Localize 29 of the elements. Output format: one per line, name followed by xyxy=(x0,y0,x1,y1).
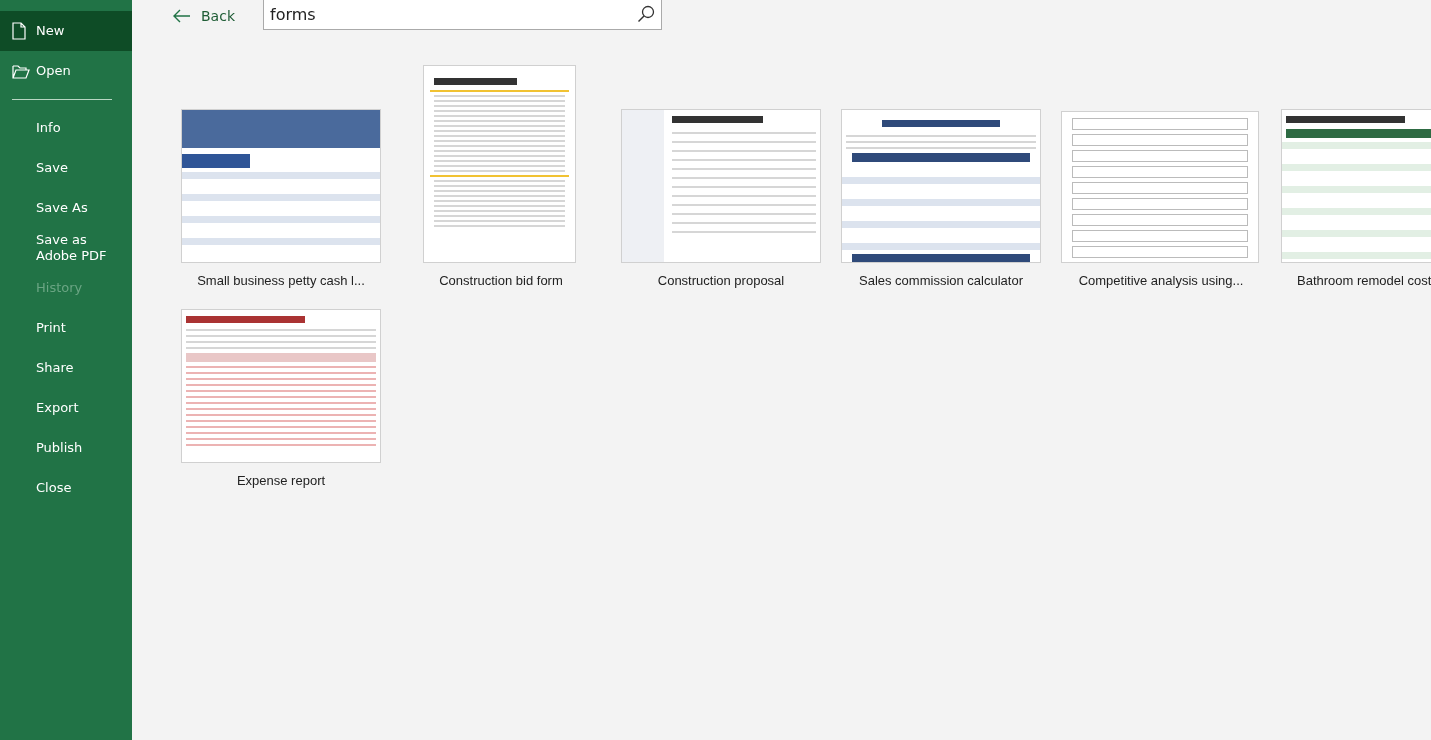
template-name[interactable]: Sales commission calculator xyxy=(841,273,1041,288)
template-preview-drawing[interactable] xyxy=(1281,109,1431,263)
template-preview-drawing[interactable] xyxy=(621,109,821,263)
sidebar-item[interactable]: Save as Adobe PDF xyxy=(0,228,132,268)
search-field[interactable]: forms xyxy=(263,0,662,30)
folder-icon xyxy=(12,63,30,79)
template-preview-drawing[interactable] xyxy=(181,309,381,463)
template-name[interactable]: Small business petty cash l... xyxy=(181,273,381,288)
template-name[interactable]: Construction proposal xyxy=(621,273,821,288)
template-name[interactable]: Bathroom remodel cost xyxy=(1281,273,1431,288)
template-name[interactable]: Construction bid form xyxy=(401,273,601,288)
template-preview-drawing[interactable] xyxy=(841,109,1041,263)
sidebar-item[interactable]: Save As xyxy=(0,188,132,228)
template-name[interactable]: Expense report xyxy=(181,473,381,488)
sidebar-item[interactable]: Save xyxy=(0,148,132,188)
page-icon xyxy=(12,22,26,40)
sidebar-item[interactable]: Open xyxy=(0,51,132,91)
search-icon xyxy=(637,5,655,23)
template-preview-drawing[interactable] xyxy=(181,109,381,263)
sidebar-item[interactable]: Share xyxy=(0,348,132,388)
back-arrow-icon xyxy=(173,8,191,23)
sidebar-item[interactable]: Publish xyxy=(0,428,132,468)
template-name[interactable]: Competitive analysis using... xyxy=(1061,273,1261,288)
sidebar-item[interactable]: Info xyxy=(0,108,132,148)
sidebar-item[interactable]: Print xyxy=(0,308,132,348)
sidebar-item[interactable]: Close xyxy=(0,468,132,508)
sidebar-item[interactable]: Export xyxy=(0,388,132,428)
sidebar-item[interactable]: New xyxy=(0,11,132,51)
back-button[interactable]: Back xyxy=(173,7,235,24)
